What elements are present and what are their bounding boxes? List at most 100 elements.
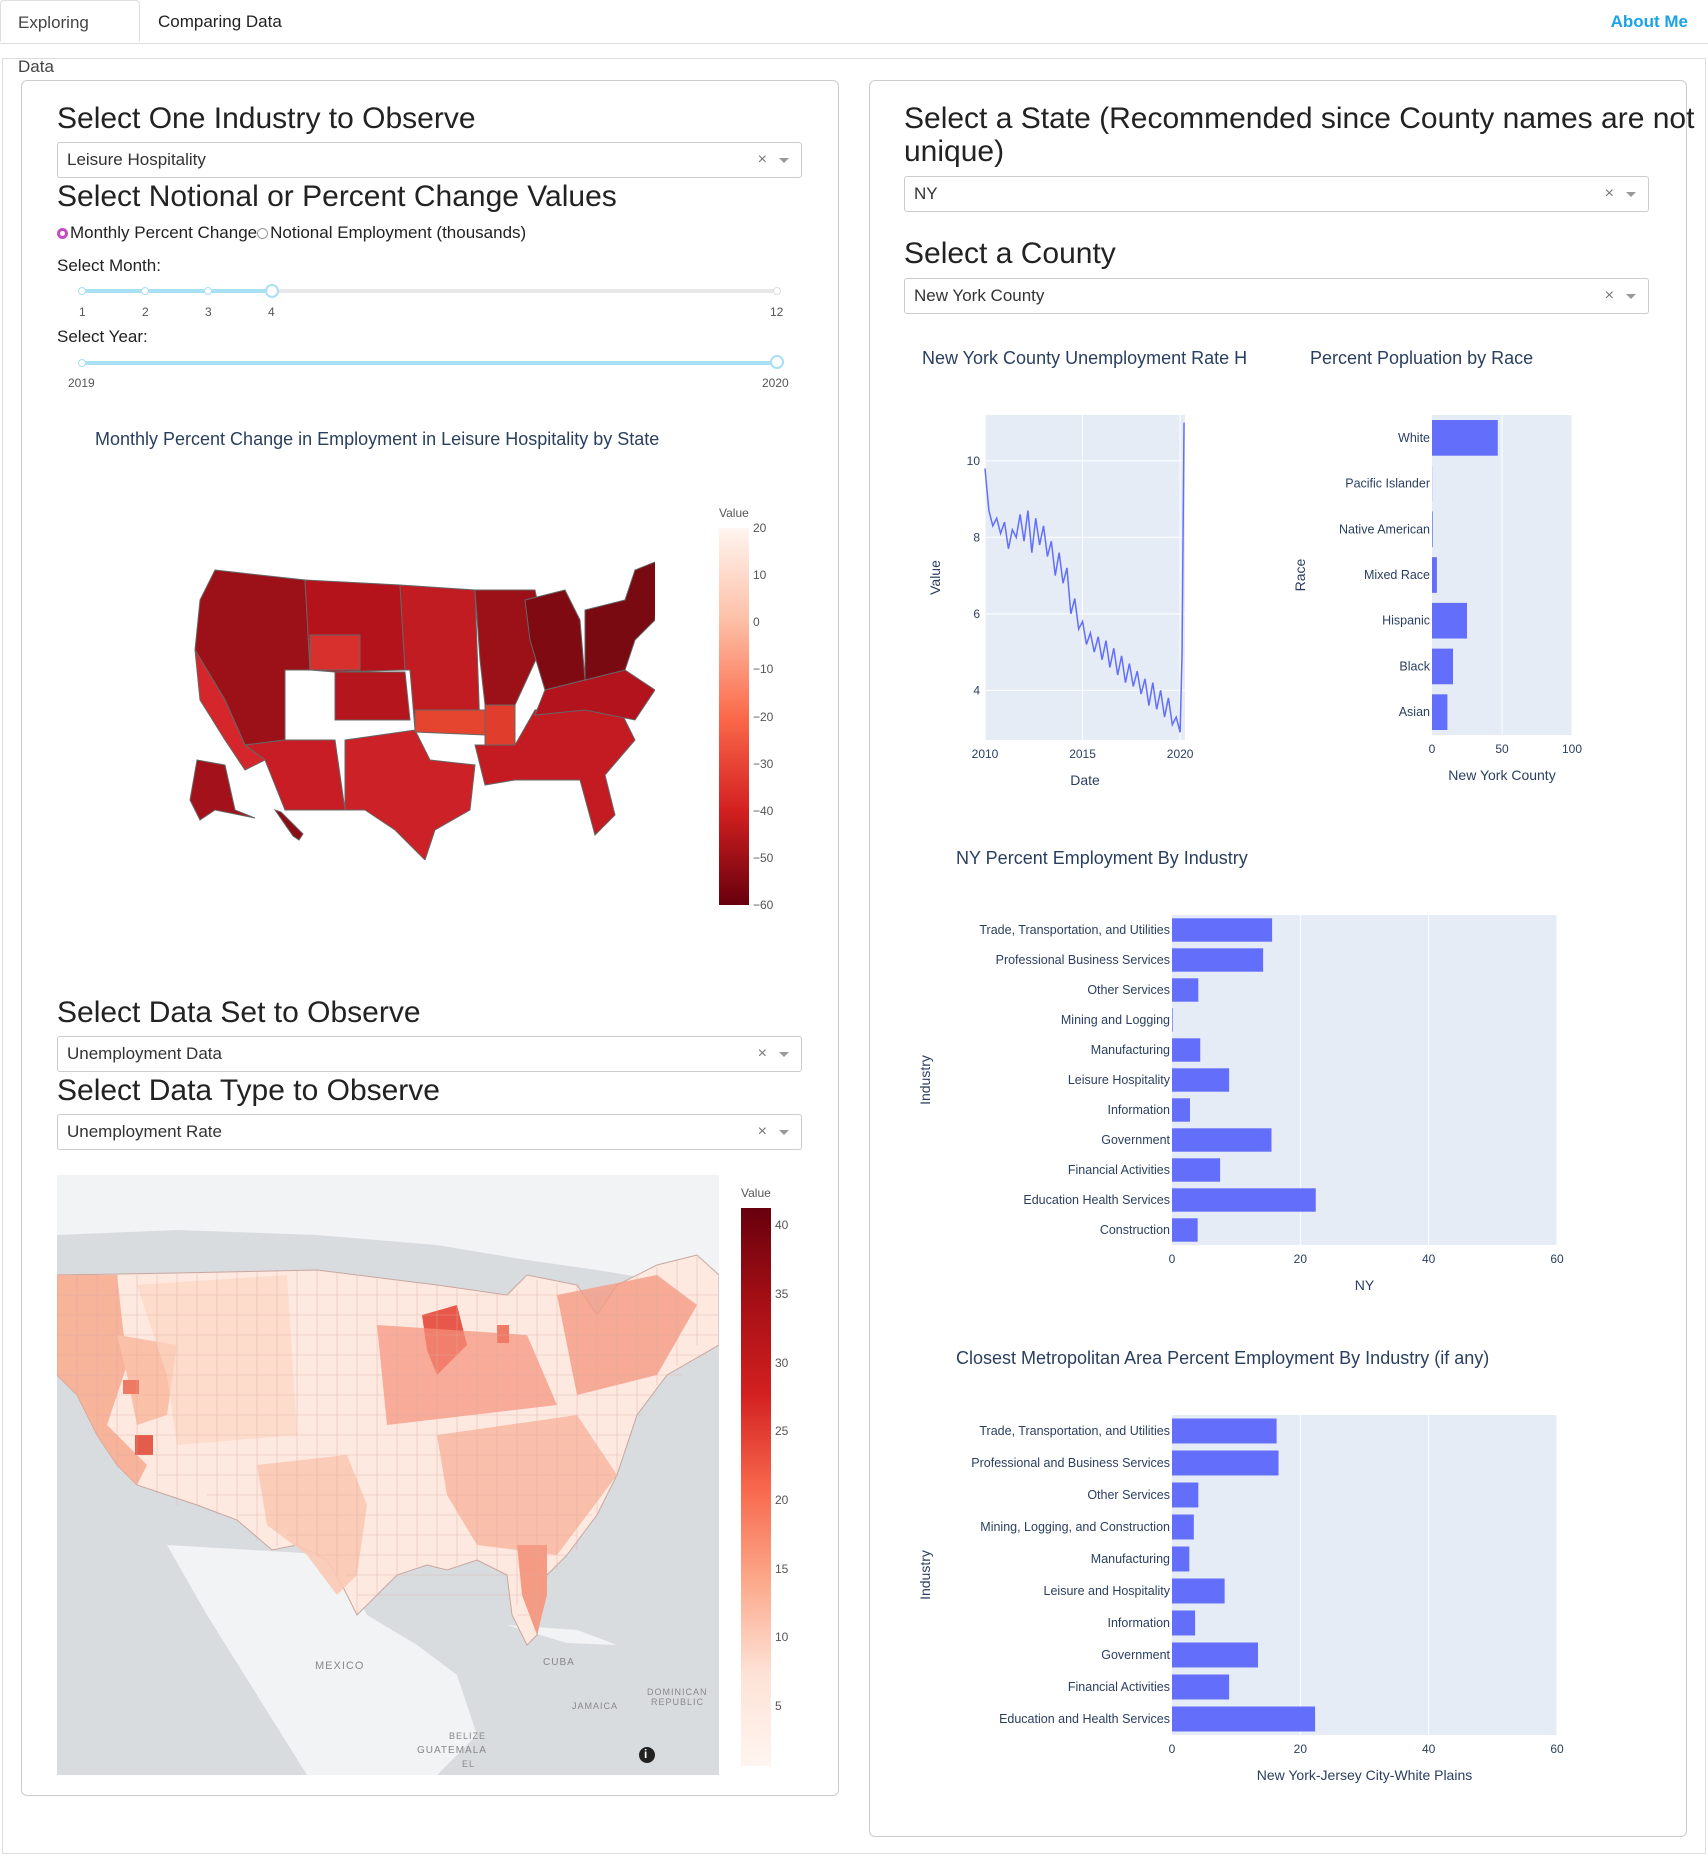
state-shape-southwest[interactable] xyxy=(243,739,346,811)
bar xyxy=(1172,1218,1198,1242)
map1-colorbar-tick: −60 xyxy=(753,898,774,912)
month-tick-1: 1 xyxy=(79,305,86,319)
month-slider-fill xyxy=(82,289,272,293)
state-dropdown[interactable]: NY × xyxy=(904,176,1649,212)
bar xyxy=(1172,1578,1225,1604)
county-map[interactable]: MEXICO CUBA JAMAICA DOMINICAN REPUBLIC B… xyxy=(57,1175,719,1775)
clear-icon[interactable]: × xyxy=(758,143,767,177)
chevron-down-icon[interactable] xyxy=(779,1052,789,1057)
bar xyxy=(1172,918,1273,942)
category-label: Trade, Transportation, and Utilities xyxy=(979,1424,1170,1438)
industry-dropdown[interactable]: Leisure Hospitality × xyxy=(57,142,802,178)
value-type-radio-group: Monthly Percent Change Notional Employmen… xyxy=(57,223,526,243)
map2-colorbar-tick: 40 xyxy=(775,1218,789,1232)
bar xyxy=(1172,1610,1196,1636)
county-highlight-west[interactable] xyxy=(123,1380,139,1394)
datatype-heading: Select Data Type to Observe xyxy=(57,1074,440,1107)
race-bar-chart[interactable]: 0 50 100 White Pacific Islander Native Americ… xyxy=(1290,410,1590,790)
month-tick-12: 12 xyxy=(770,305,784,319)
tab-exploring-data[interactable]: Exploring Data xyxy=(0,0,140,76)
bar xyxy=(1432,648,1453,685)
y-axis-label: Value xyxy=(927,560,943,595)
clear-icon[interactable]: × xyxy=(758,1115,767,1149)
unemployment-line-chart[interactable]: 4 6 8 10 2010 2015 2020 Date Value xyxy=(920,410,1200,790)
map-label-dominican-1: DOMINICAN xyxy=(647,1687,708,1697)
county-highlight-southwest[interactable] xyxy=(135,1435,153,1455)
map1-colorbar-tick: 20 xyxy=(753,521,767,535)
county-highlight-lakes[interactable] xyxy=(497,1325,509,1343)
month-slider-handle[interactable] xyxy=(265,284,279,298)
bar xyxy=(1172,1418,1277,1444)
category-label: Information xyxy=(1107,1616,1170,1630)
map2-colorbar-tick: 35 xyxy=(775,1287,789,1301)
clear-icon[interactable]: × xyxy=(1605,177,1614,211)
x-tick-label: 0 xyxy=(1429,742,1436,756)
state-shape-plains[interactable] xyxy=(399,584,481,731)
radio-notional-label[interactable]: Notional Employment (thousands) xyxy=(270,223,526,242)
bar xyxy=(1172,1068,1230,1092)
x-axis-label: NY xyxy=(1355,1277,1375,1293)
chart-title-metro-industry: Closest Metropolitan Area Percent Employ… xyxy=(956,1348,1490,1368)
category-label: Financial Activities xyxy=(1068,1163,1170,1177)
dataset-dropdown[interactable]: Unemployment Data × xyxy=(57,1036,802,1072)
bar xyxy=(1172,948,1264,972)
x-tick-label: 20 xyxy=(1294,1252,1308,1266)
map1-colorbar-tick: −20 xyxy=(753,710,774,724)
chevron-down-icon[interactable] xyxy=(1626,294,1636,299)
map-label-mexico: MEXICO xyxy=(315,1660,365,1672)
tab-comparing-data[interactable]: Comparing Data xyxy=(141,0,299,42)
radio-percent-change-label[interactable]: Monthly Percent Change xyxy=(70,223,257,242)
x-axis-label: New York County xyxy=(1448,767,1555,783)
category-label: Hispanic xyxy=(1382,614,1430,628)
metro-industry-bar-chart[interactable]: 0 20 40 60 Trade, Transportation, and Utilit… xyxy=(910,1400,1570,1800)
year-mark-2019[interactable] xyxy=(78,359,86,367)
map1-colorbar-tick: −40 xyxy=(753,804,774,818)
radio-percent-change[interactable] xyxy=(57,228,68,240)
map1-colorbar-tick: 10 xyxy=(753,568,767,582)
chevron-down-icon[interactable] xyxy=(779,1130,789,1135)
dataset-selected-value: Unemployment Data xyxy=(67,1044,222,1063)
state-choropleth-map[interactable] xyxy=(185,560,655,860)
state-shape-arkansas[interactable] xyxy=(484,704,516,746)
state-shape-northeast[interactable] xyxy=(584,560,655,681)
state-shape-colorado[interactable] xyxy=(334,671,411,721)
year-label: Select Year: xyxy=(57,327,148,346)
chart-title-unemployment: New York County Unemployment Rate H xyxy=(922,348,1248,368)
month-mark-1[interactable] xyxy=(78,287,86,295)
county-dropdown[interactable]: New York County × xyxy=(904,278,1649,314)
category-label: Leisure Hospitality xyxy=(1068,1073,1171,1087)
month-tick-3: 3 xyxy=(205,305,212,319)
info-icon[interactable]: i xyxy=(644,1747,647,1761)
x-tick-label: 40 xyxy=(1422,1742,1436,1756)
x-tick-label: 20 xyxy=(1294,1742,1308,1756)
clear-icon[interactable]: × xyxy=(758,1037,767,1071)
state-shape-hawaii[interactable] xyxy=(273,809,304,841)
chevron-down-icon[interactable] xyxy=(1626,192,1636,197)
county-map-svg xyxy=(57,1175,719,1775)
year-slider-fill[interactable] xyxy=(82,361,778,365)
chevron-down-icon[interactable] xyxy=(779,158,789,163)
state-shape-wyoming[interactable] xyxy=(309,634,361,671)
x-tick-label: 40 xyxy=(1422,1252,1436,1266)
state-shape-texas[interactable] xyxy=(344,729,476,860)
month-mark-3[interactable] xyxy=(204,287,212,295)
month-mark-12[interactable] xyxy=(773,287,781,295)
x-tick-label: 50 xyxy=(1495,742,1509,756)
state-shape-oklahoma[interactable] xyxy=(414,709,486,736)
map1-colorbar-title: Value xyxy=(719,506,749,520)
year-slider-handle[interactable] xyxy=(770,355,784,369)
x-tick-label: 60 xyxy=(1550,1252,1564,1266)
ny-industry-bar-chart[interactable]: 0 20 40 60 Trade, Transportation, and Utilit… xyxy=(910,900,1570,1300)
month-mark-2[interactable] xyxy=(141,287,149,295)
clear-icon[interactable]: × xyxy=(1605,279,1614,313)
about-me-link[interactable]: About Me xyxy=(1611,12,1688,32)
x-tick-label: 0 xyxy=(1169,1742,1176,1756)
x-axis-label: Date xyxy=(1070,772,1100,788)
datatype-dropdown[interactable]: Unemployment Rate × xyxy=(57,1114,802,1150)
bar xyxy=(1172,1706,1316,1732)
state-shape-great-lakes[interactable] xyxy=(524,589,586,691)
category-label: Professional and Business Services xyxy=(971,1456,1170,1470)
bar xyxy=(1172,1674,1230,1700)
map2-colorbar-tick: 10 xyxy=(775,1630,789,1644)
radio-notional[interactable] xyxy=(257,228,269,240)
